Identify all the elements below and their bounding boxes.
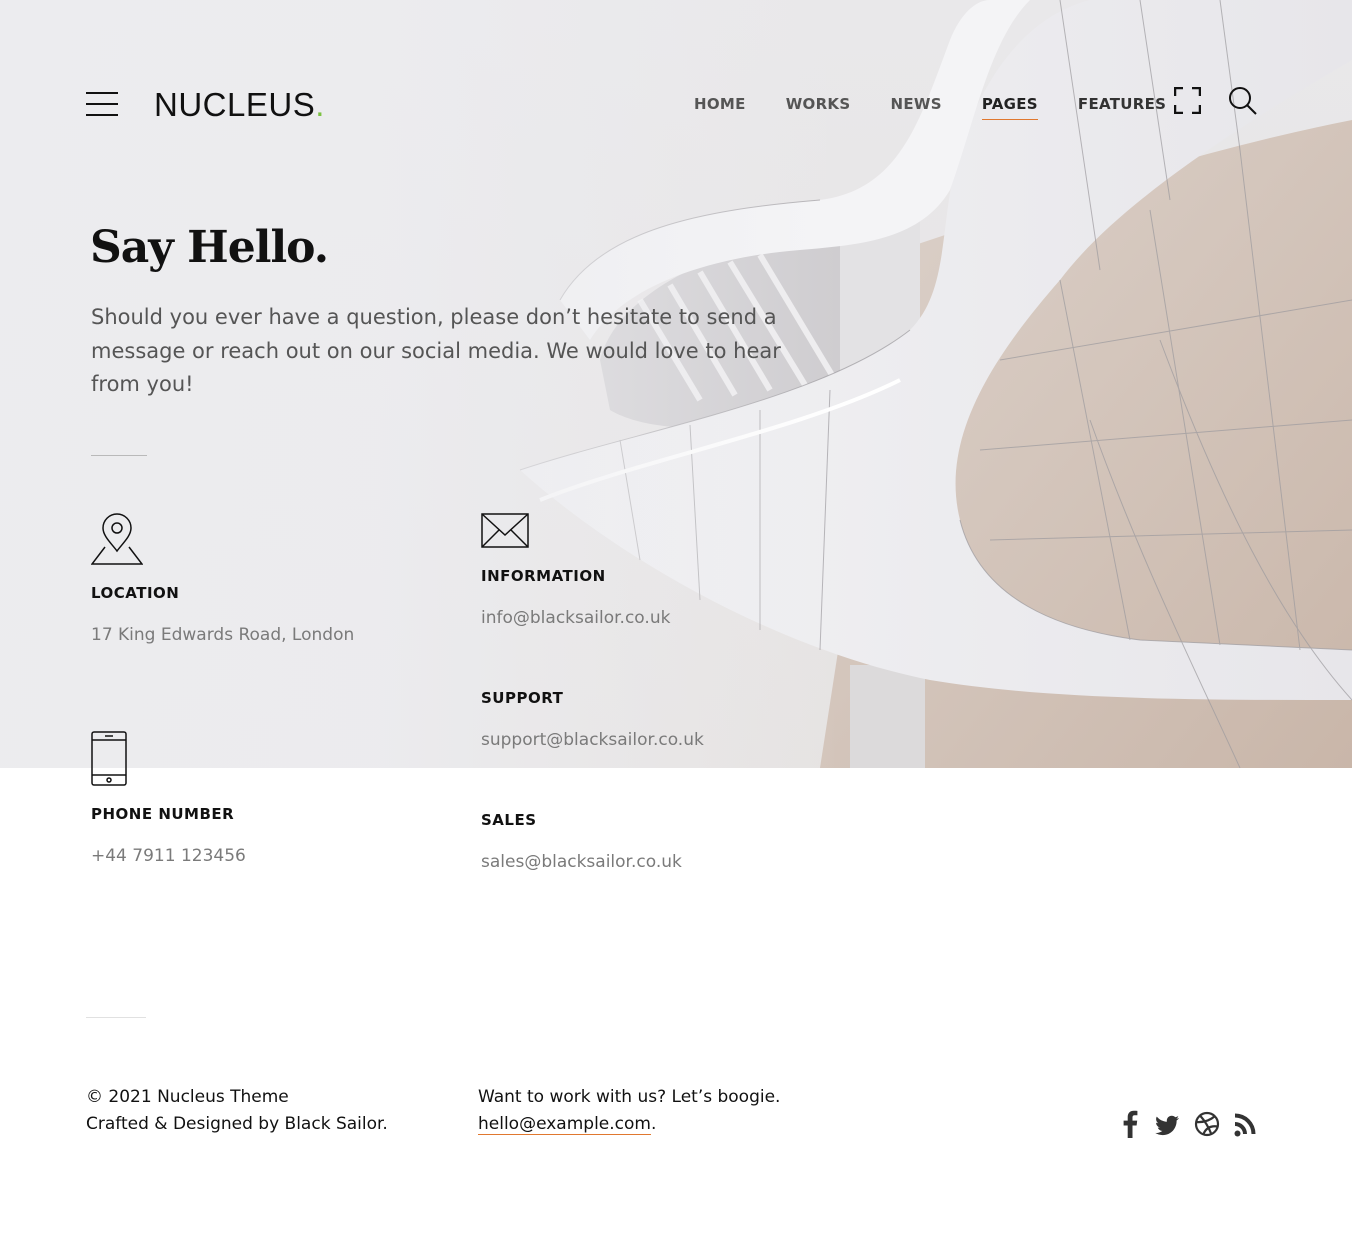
search-icon[interactable] — [1228, 86, 1258, 116]
nav-item-pages[interactable]: PAGES — [981, 94, 1039, 122]
fullscreen-icon[interactable] — [1173, 86, 1202, 115]
sales-email-link[interactable]: sales@blacksailor.co.uk — [481, 852, 682, 872]
logo-dot: . — [315, 86, 325, 123]
footer-copyright-block: © 2021 Nucleus Theme Crafted & Designed … — [86, 1084, 388, 1138]
location-value: 17 King Edwards Road, London — [91, 625, 355, 645]
support-email-link[interactable]: support@blacksailor.co.uk — [481, 730, 704, 750]
footer-email-suffix: . — [650, 1114, 657, 1134]
mobile-phone-icon — [91, 731, 127, 791]
cta-text: Want to work with us? Let’s boogie. — [478, 1087, 781, 1107]
map-pin-icon — [90, 513, 144, 569]
page-title: Say Hello. — [90, 222, 329, 273]
credit-text: Crafted & Designed by Black Sailor. — [86, 1114, 388, 1134]
envelope-icon — [481, 513, 529, 552]
footer-divider — [86, 1017, 146, 1018]
footer-email-link[interactable]: hello@example.com — [478, 1114, 651, 1135]
nav-item-works[interactable]: WORKS — [786, 94, 851, 122]
nav-item-home[interactable]: HOME — [694, 94, 746, 122]
main-nav: HOME WORKS NEWS PAGES FEATURES — [694, 94, 1166, 122]
phone-heading: PHONE NUMBER — [91, 805, 235, 823]
site-logo[interactable]: NUCLEUS. — [154, 86, 325, 123]
facebook-icon[interactable] — [1121, 1108, 1139, 1140]
support-heading: SUPPORT — [481, 689, 564, 707]
twitter-icon[interactable] — [1153, 1108, 1181, 1140]
phone-value[interactable]: +44 7911 123456 — [91, 846, 246, 866]
dribbble-icon[interactable] — [1194, 1108, 1220, 1140]
copyright-text: © 2021 Nucleus Theme — [86, 1087, 289, 1107]
information-email-link[interactable]: info@blacksailor.co.uk — [481, 608, 670, 628]
menu-bar — [86, 114, 118, 116]
nav-item-features[interactable]: FEATURES — [1078, 94, 1166, 122]
footer-cta-block: Want to work with us? Let’s boogie. hell… — [478, 1084, 780, 1138]
menu-icon[interactable] — [86, 92, 118, 116]
rss-icon[interactable] — [1234, 1108, 1258, 1140]
divider — [91, 455, 147, 456]
intro-text: Should you ever have a question, please … — [91, 305, 781, 396]
nav-item-news[interactable]: NEWS — [890, 94, 941, 122]
sales-heading: SALES — [481, 811, 537, 829]
location-heading: LOCATION — [91, 584, 180, 602]
information-heading: INFORMATION — [481, 567, 606, 585]
logo-text: NUCLEUS — [154, 86, 316, 123]
menu-bar — [86, 103, 118, 105]
menu-bar — [86, 92, 118, 94]
